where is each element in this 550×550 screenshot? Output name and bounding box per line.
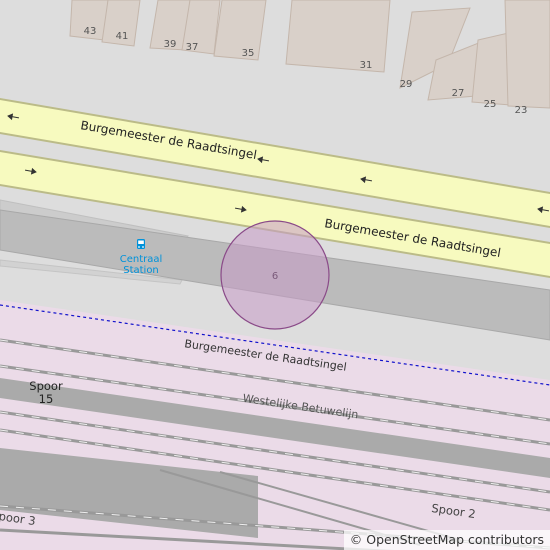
house-number: 35 <box>242 48 255 59</box>
marker-label: 6 <box>272 271 278 282</box>
house-number: 31 <box>360 60 373 71</box>
house-number: 23 <box>515 105 528 116</box>
map-view[interactable]: 43 41 39 37 35 31 29 27 25 23 Burgemeest… <box>0 0 550 550</box>
house-number: 39 <box>164 39 177 50</box>
house-number: 27 <box>452 88 465 99</box>
house-number: 41 <box>116 31 129 42</box>
house-number: 29 <box>400 79 413 90</box>
house-number: 37 <box>186 42 199 53</box>
map-canvas: 43 41 39 37 35 31 29 27 25 23 Burgemeest… <box>0 0 550 550</box>
bus-icon <box>137 239 145 249</box>
bus-stop-label: Centraal <box>120 254 163 265</box>
attribution-link[interactable]: © OpenStreetMap contributors <box>343 530 550 550</box>
platform-label: 15 <box>39 392 54 406</box>
house-number: 25 <box>484 99 497 110</box>
building <box>213 0 267 61</box>
bus-stop-label: Station <box>123 265 159 276</box>
building <box>285 0 391 73</box>
platform-label: Spoor <box>29 379 63 393</box>
house-number: 43 <box>84 26 97 37</box>
building <box>504 0 550 109</box>
